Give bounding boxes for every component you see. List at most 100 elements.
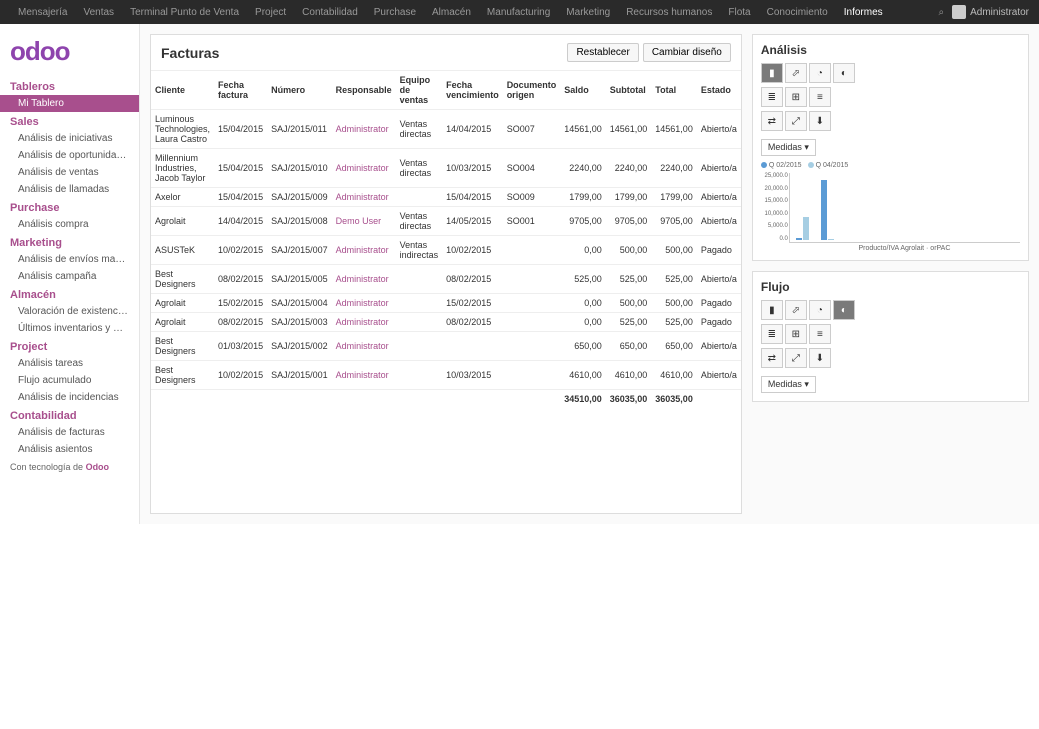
list-icon[interactable]: ≣: [761, 87, 783, 107]
cell-subtotal: 500,00: [606, 236, 652, 265]
logo: odoo: [0, 30, 139, 77]
cell-subtotal: 500,00: [606, 294, 652, 313]
cell-vencimiento: 14/05/2015: [442, 207, 503, 236]
table-header[interactable]: Equipo de ventas: [396, 71, 443, 110]
line-chart-icon[interactable]: ⬀: [785, 300, 807, 320]
sidebar-item[interactable]: Análisis de llamadas: [0, 181, 139, 198]
stack-icon[interactable]: ≡: [809, 324, 831, 344]
cell-origen: [503, 265, 561, 294]
cell-saldo: 0,00: [560, 313, 606, 332]
table-row[interactable]: Best Designers08/02/2015SAJ/2015/005Admi…: [151, 265, 741, 294]
sidebar-item[interactable]: Análisis de incidencias: [0, 389, 139, 406]
stack-icon[interactable]: ≡: [809, 87, 831, 107]
swap-icon[interactable]: ⇄: [761, 348, 783, 368]
sidebar-item[interactable]: Análisis tareas: [0, 355, 139, 372]
cell-fecha: 01/03/2015: [214, 332, 267, 361]
sidebar-item[interactable]: Análisis asientos: [0, 441, 139, 458]
table-header[interactable]: Subtotal: [606, 71, 652, 110]
cell-subtotal: 1799,00: [606, 188, 652, 207]
user-menu[interactable]: Administrator: [952, 5, 1029, 19]
medidas-dropdown[interactable]: Medidas ▾: [761, 139, 816, 156]
sidebar-item[interactable]: Análisis de oportunidades: [0, 147, 139, 164]
sidebar-item[interactable]: Flujo acumulado: [0, 372, 139, 389]
nav-item[interactable]: Conocimiento: [759, 7, 836, 18]
sidebar-item[interactable]: Análisis de envíos masivos: [0, 251, 139, 268]
sidebar-item[interactable]: Últimos inventarios y movi...: [0, 320, 139, 337]
cell-fecha: 08/02/2015: [214, 265, 267, 294]
cell-responsable: Demo User: [332, 207, 396, 236]
download-icon[interactable]: ⬇: [809, 348, 831, 368]
bar-chart-icon[interactable]: ▮: [761, 300, 783, 320]
nav-item[interactable]: Contabilidad: [294, 7, 366, 18]
nav-item[interactable]: Manufacturing: [479, 7, 558, 18]
pie-chart-icon[interactable]: ◔: [809, 63, 831, 83]
table-header[interactable]: Número: [267, 71, 332, 110]
table-row[interactable]: Agrolait14/04/2015SAJ/2015/008Demo UserV…: [151, 207, 741, 236]
sidebar-item[interactable]: Análisis campaña: [0, 268, 139, 285]
nav-item[interactable]: Project: [247, 7, 294, 18]
user-name: Administrator: [970, 7, 1029, 18]
table-header[interactable]: Fecha factura: [214, 71, 267, 110]
line-chart-icon[interactable]: ⬀: [785, 63, 807, 83]
sidebar-item[interactable]: Análisis compra: [0, 216, 139, 233]
pivot-icon[interactable]: ◐: [833, 300, 855, 320]
sidebar-item[interactable]: Análisis de iniciativas: [0, 130, 139, 147]
sidebar-item[interactable]: Valoración de existencias: [0, 303, 139, 320]
nav-item[interactable]: Purchase: [366, 7, 424, 18]
cell-equipo: [396, 361, 443, 390]
table-row[interactable]: Axelor15/04/2015SAJ/2015/009Administrato…: [151, 188, 741, 207]
table-row[interactable]: Luminous Technologies, Laura Castro15/04…: [151, 110, 741, 149]
cell-saldo: 9705,00: [560, 207, 606, 236]
cell-fecha: 08/02/2015: [214, 313, 267, 332]
cell-cliente: Best Designers: [151, 332, 214, 361]
grid-icon[interactable]: ⊞: [785, 87, 807, 107]
cell-equipo: Ventas directas: [396, 207, 443, 236]
table-row[interactable]: Best Designers10/02/2015SAJ/2015/001Admi…: [151, 361, 741, 390]
nav-item[interactable]: Recursos humanos: [618, 7, 720, 18]
flujo-medidas-dropdown[interactable]: Medidas ▾: [761, 376, 816, 393]
table-row[interactable]: Agrolait15/02/2015SAJ/2015/004Administra…: [151, 294, 741, 313]
pie-chart-icon[interactable]: ◔: [809, 300, 831, 320]
table-row[interactable]: Millennium Industries, Jacob Taylor15/04…: [151, 149, 741, 188]
expand-icon[interactable]: ⤢: [785, 348, 807, 368]
nav-item[interactable]: Ventas: [75, 7, 122, 18]
nav-item[interactable]: Flota: [720, 7, 758, 18]
table-header[interactable]: Total: [651, 71, 697, 110]
cambiar-diseno-button[interactable]: Cambiar diseño: [643, 43, 731, 62]
download-icon[interactable]: ⬇: [809, 111, 831, 131]
grid-icon[interactable]: ⊞: [785, 324, 807, 344]
sidebar-item[interactable]: Análisis de facturas: [0, 424, 139, 441]
cell-estado: Abierto/a: [697, 188, 741, 207]
sidebar-item[interactable]: Análisis de ventas: [0, 164, 139, 181]
restablecer-button[interactable]: Restablecer: [567, 43, 638, 62]
table-header[interactable]: Fecha vencimiento: [442, 71, 503, 110]
bar-chart-icon[interactable]: ▮: [761, 63, 783, 83]
table-header[interactable]: Responsable: [332, 71, 396, 110]
facturas-panel: Facturas Restablecer Cambiar diseño Clie…: [150, 34, 742, 514]
search-icon[interactable]: ⌕: [930, 7, 952, 18]
cell-vencimiento: 10/02/2015: [442, 236, 503, 265]
nav-item[interactable]: Marketing: [558, 7, 618, 18]
pivot-icon[interactable]: ◐: [833, 63, 855, 83]
cell-saldo: 650,00: [560, 332, 606, 361]
nav-item[interactable]: Informes: [836, 7, 891, 18]
nav-item[interactable]: Mensajería: [10, 7, 75, 18]
cell-numero: SAJ/2015/005: [267, 265, 332, 294]
list-icon[interactable]: ≣: [761, 324, 783, 344]
sidebar-item[interactable]: Mi Tablero: [0, 95, 139, 112]
cell-equipo: [396, 332, 443, 361]
table-header[interactable]: Documento origen: [503, 71, 561, 110]
table-row[interactable]: Best Designers01/03/2015SAJ/2015/002Admi…: [151, 332, 741, 361]
swap-icon[interactable]: ⇄: [761, 111, 783, 131]
expand-icon[interactable]: ⤢: [785, 111, 807, 131]
cell-estado: Abierto/a: [697, 207, 741, 236]
table-header[interactable]: Cliente: [151, 71, 214, 110]
nav-item[interactable]: Almacén: [424, 7, 479, 18]
cell-origen: SO007: [503, 110, 561, 149]
nav-item[interactable]: Terminal Punto de Venta: [122, 7, 247, 18]
sidebar-section-title: Contabilidad: [0, 406, 139, 424]
table-header[interactable]: Saldo: [560, 71, 606, 110]
table-row[interactable]: Agrolait08/02/2015SAJ/2015/003Administra…: [151, 313, 741, 332]
table-header[interactable]: Estado: [697, 71, 741, 110]
table-row[interactable]: ASUSTeK10/02/2015SAJ/2015/007Administrat…: [151, 236, 741, 265]
